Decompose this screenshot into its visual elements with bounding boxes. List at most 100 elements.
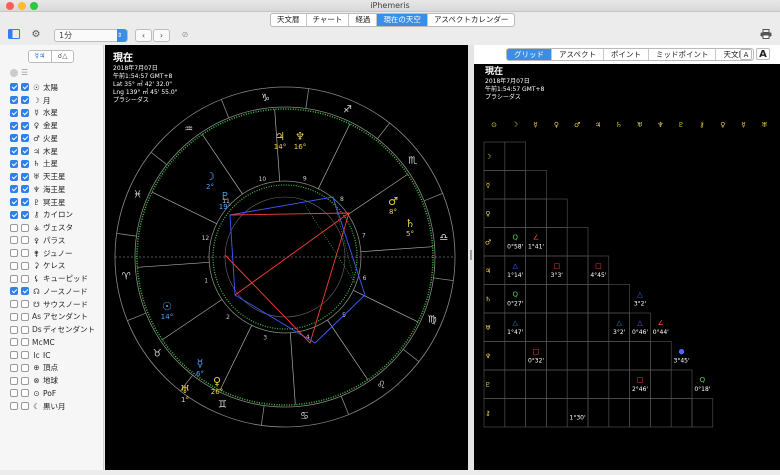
minimize-window-button[interactable]: [18, 2, 26, 10]
show-in-chart-checkbox[interactable]: [10, 261, 18, 270]
list-icon[interactable]: ☰: [21, 68, 28, 77]
show-in-chart-checkbox[interactable]: [10, 338, 18, 347]
show-in-chart-checkbox[interactable]: [10, 249, 18, 258]
show-in-chart-checkbox[interactable]: [10, 325, 18, 334]
grid-row-glyph: ☽: [485, 153, 491, 161]
show-in-grid-checkbox[interactable]: [21, 249, 29, 258]
body-glyph-icon: ⚶: [33, 223, 40, 233]
tab-planets[interactable]: ☿♃: [29, 51, 51, 62]
show-in-chart-checkbox[interactable]: [10, 159, 18, 168]
body-row: ⚴ パラス: [10, 234, 65, 247]
body-row: Ic IC: [10, 349, 50, 362]
show-in-chart-checkbox[interactable]: [10, 402, 18, 411]
show-in-chart-checkbox[interactable]: [10, 300, 18, 309]
tab-transits[interactable]: 経過: [349, 14, 378, 26]
close-window-button[interactable]: [6, 2, 14, 10]
grid-cell: [504, 369, 526, 399]
show-in-grid-checkbox[interactable]: [21, 351, 29, 360]
show-in-grid-checkbox[interactable]: [21, 134, 29, 143]
show-in-chart-checkbox[interactable]: [10, 351, 18, 360]
show-in-chart-checkbox[interactable]: [10, 274, 18, 283]
sign-divider-line: [402, 349, 420, 362]
show-in-grid-checkbox[interactable]: [21, 172, 29, 181]
show-in-chart-checkbox[interactable]: [10, 210, 18, 219]
natal-chart-wheel[interactable]: ♈ 1 ♉ 2 ♊ 3 ♋ 4 ♌ 5 ♍ 6 ♎ 7 ♏ 8 ♐ 9 ♑ 10 ♒ 11 ♓ 12 ♇ 19° ☽ 2° ♃ 14° ♆ 1…: [105, 45, 468, 470]
show-in-chart-checkbox[interactable]: [10, 236, 18, 245]
show-in-grid-checkbox[interactable]: [21, 363, 29, 372]
show-in-chart-checkbox[interactable]: [10, 287, 18, 296]
body-row: ☾ 黒い月: [10, 400, 66, 413]
show-in-grid-checkbox[interactable]: [21, 261, 29, 270]
step-back-button[interactable]: ‹: [135, 29, 152, 42]
tab-aspects[interactable]: ☌△: [51, 51, 73, 62]
aspect-orb-label: 3°3': [551, 272, 564, 279]
show-in-chart-checkbox[interactable]: [10, 376, 18, 385]
show-in-grid-checkbox[interactable]: [21, 312, 29, 321]
show-in-chart-checkbox[interactable]: [10, 198, 18, 207]
show-in-chart-checkbox[interactable]: [10, 363, 18, 372]
show-in-grid-checkbox[interactable]: [21, 223, 29, 232]
show-in-chart-checkbox[interactable]: [10, 108, 18, 117]
tab-current-sky[interactable]: 現在の天空: [377, 14, 428, 26]
grid-cell: [504, 255, 526, 285]
body-label: 太陽: [43, 82, 58, 92]
show-in-grid-checkbox[interactable]: [21, 185, 29, 194]
body-glyph-icon: ⊕: [33, 363, 40, 373]
show-in-chart-checkbox[interactable]: [10, 312, 18, 321]
interval-select[interactable]: 1分 ⇕: [54, 29, 128, 42]
tab-grid[interactable]: グリッド: [507, 49, 552, 60]
grid-cell: [566, 369, 589, 399]
show-in-chart-checkbox[interactable]: [10, 83, 18, 92]
show-in-grid-checkbox[interactable]: [21, 338, 29, 347]
grid-cell: [566, 284, 589, 314]
tab-ephemeris[interactable]: 天文暦: [271, 14, 307, 26]
grid-header-glyph: ♅: [761, 121, 767, 129]
tab-chart[interactable]: チャート: [307, 14, 350, 26]
grid-cell: [546, 341, 568, 371]
show-in-grid-checkbox[interactable]: [21, 159, 29, 168]
show-in-grid-checkbox[interactable]: [21, 300, 29, 309]
show-in-grid-checkbox[interactable]: [21, 236, 29, 245]
show-in-grid-checkbox[interactable]: [21, 108, 29, 117]
show-in-grid-checkbox[interactable]: [21, 96, 29, 105]
show-in-grid-checkbox[interactable]: [21, 83, 29, 92]
link-button[interactable]: ⊘: [178, 29, 192, 42]
tab-aspect-calendar[interactable]: アスペクトカレンダー: [428, 14, 514, 26]
show-in-grid-checkbox[interactable]: [21, 198, 29, 207]
tab-points[interactable]: ポイント: [604, 49, 649, 60]
show-in-chart-checkbox[interactable]: [10, 389, 18, 398]
show-in-chart-checkbox[interactable]: [10, 172, 18, 181]
show-in-grid-checkbox[interactable]: [21, 402, 29, 411]
sidebar-toggle-button[interactable]: [6, 29, 22, 42]
body-list-sidebar: ☿♃ ☌△ ☰ ☉ 太陽 ☽ 月 ☿ 水星 ♀ 金星 ♂ 火星 ♃ 木星 ♄ 土星 ♅ 天王星 ♆ 海王星 ♇ 冥王星…: [0, 45, 104, 470]
show-in-grid-checkbox[interactable]: [21, 274, 29, 283]
body-row: ⚳ ケレス: [10, 260, 65, 273]
show-in-chart-checkbox[interactable]: [10, 223, 18, 232]
show-in-grid-checkbox[interactable]: [21, 147, 29, 156]
show-in-chart-checkbox[interactable]: [10, 147, 18, 156]
show-in-grid-checkbox[interactable]: [21, 376, 29, 385]
show-in-grid-checkbox[interactable]: [21, 121, 29, 130]
settings-button[interactable]: ⚙: [28, 29, 44, 42]
body-glyph-icon: ⚵: [33, 248, 40, 258]
tab-aspect-list[interactable]: アスペクト: [552, 49, 604, 60]
step-forward-button[interactable]: ›: [153, 29, 170, 42]
grid-cell: [525, 198, 547, 228]
show-in-chart-checkbox[interactable]: [10, 185, 18, 194]
house-cusp-line: [219, 325, 252, 391]
zoom-window-button[interactable]: [30, 2, 38, 10]
show-in-grid-checkbox[interactable]: [21, 287, 29, 296]
aspect-grid-panel: グリッド アスペクト ポイント ミッドポイント 天文暦 A A ⊙ ☽ ☿ ♀ ♂ ♃ ♄ ♅…: [474, 45, 780, 470]
tab-midpoints[interactable]: ミッドポイント: [649, 49, 717, 60]
print-button[interactable]: [758, 29, 774, 42]
show-in-chart-checkbox[interactable]: [10, 121, 18, 130]
body-glyph-icon: ⊙: [33, 388, 40, 398]
all-toggle-icon[interactable]: [10, 68, 18, 77]
show-in-chart-checkbox[interactable]: [10, 96, 18, 105]
font-larger-button[interactable]: A: [756, 48, 770, 60]
show-in-grid-checkbox[interactable]: [21, 210, 29, 219]
show-in-grid-checkbox[interactable]: [21, 325, 29, 334]
show-in-grid-checkbox[interactable]: [21, 389, 29, 398]
show-in-chart-checkbox[interactable]: [10, 134, 18, 143]
font-smaller-button[interactable]: A: [740, 49, 752, 60]
